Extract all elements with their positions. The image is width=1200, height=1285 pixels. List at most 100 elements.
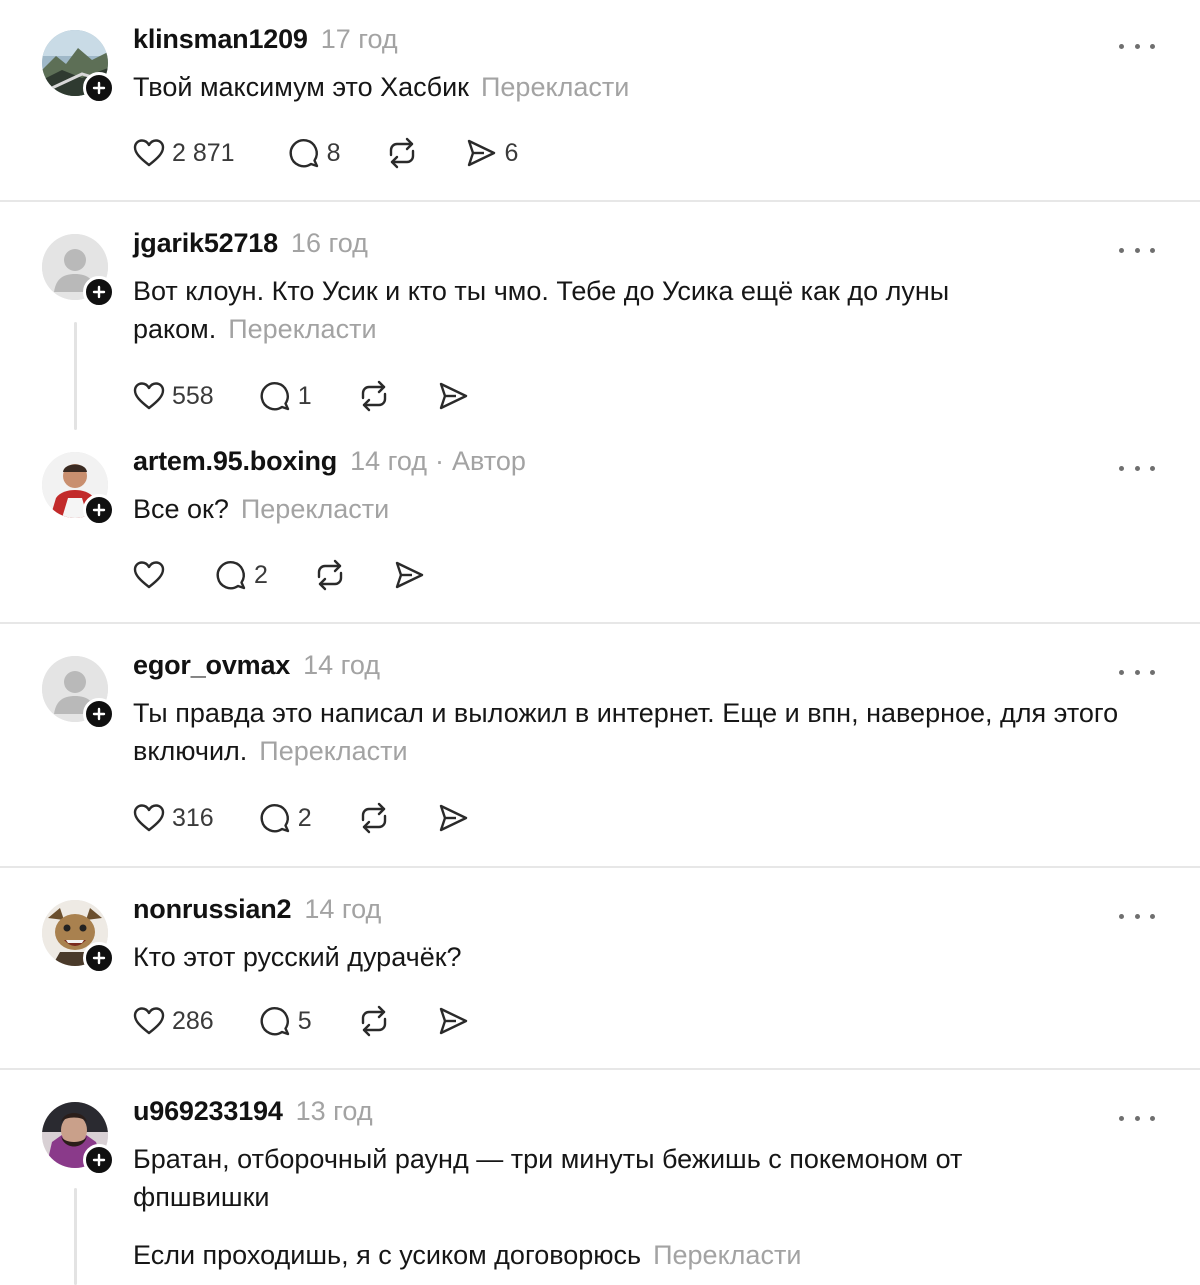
plus-icon	[92, 81, 106, 95]
username[interactable]: jgarik52718	[133, 228, 278, 259]
more-options-button[interactable]	[1117, 666, 1157, 678]
follow-button[interactable]	[83, 698, 115, 730]
translate-link[interactable]: Перекласти	[653, 1240, 801, 1270]
repost-button[interactable]	[356, 1003, 392, 1039]
send-icon	[439, 1007, 467, 1035]
username[interactable]: nonrussian2	[133, 894, 292, 925]
post-text: Кто этот русский дурачёк?	[133, 938, 1163, 976]
reply-count: 2	[297, 803, 312, 832]
separator-dot: ·	[435, 446, 445, 476]
repost-button[interactable]	[384, 135, 420, 171]
timestamp[interactable]: 17 год	[321, 24, 398, 55]
like-button[interactable]: 2 871	[132, 135, 235, 171]
reply-post: jgarik52718 16 год Вот клоун. Кто Усик и…	[0, 204, 1200, 412]
comment-icon	[260, 1007, 289, 1036]
repost-button[interactable]	[356, 378, 392, 414]
post-body: Твой максимум это Хасбик	[133, 72, 469, 102]
plus-icon	[92, 951, 106, 965]
more-options-button[interactable]	[1117, 40, 1157, 52]
share-button[interactable]	[436, 1003, 470, 1039]
share-button[interactable]	[392, 557, 426, 593]
comment-icon	[260, 382, 289, 411]
like-button[interactable]: 316	[132, 800, 214, 836]
timestamp[interactable]: 14 год	[303, 650, 380, 681]
author-badge: Автор	[452, 446, 526, 476]
comment-icon	[289, 139, 318, 168]
share-count: 6	[504, 138, 519, 167]
heart-icon	[133, 139, 165, 167]
post-divider	[0, 866, 1200, 868]
reply-post: nonrussian2 14 год Кто этот русский дура…	[0, 870, 1200, 1050]
post-body-second-paragraph: Если проходишь, я с усиком договорюсь	[133, 1240, 642, 1270]
follow-button[interactable]	[83, 942, 115, 974]
like-count: 316	[172, 803, 214, 832]
plus-icon	[92, 503, 106, 517]
username[interactable]: klinsman1209	[133, 24, 308, 55]
share-button[interactable]: 6	[464, 135, 518, 171]
reply-button[interactable]: 2	[258, 800, 312, 836]
post-body: Кто этот русский дурачёк?	[133, 942, 462, 972]
post-divider	[0, 622, 1200, 624]
follow-button[interactable]	[83, 72, 115, 104]
more-options-button[interactable]	[1117, 244, 1157, 256]
reply-post: klinsman1209 17 год Твой максимум это Ха…	[0, 0, 1200, 180]
repost-icon	[361, 1005, 386, 1037]
reply-count: 1	[297, 381, 312, 410]
username[interactable]: egor_ovmax	[133, 650, 290, 681]
follow-button[interactable]	[83, 276, 115, 308]
heart-icon	[133, 1007, 165, 1035]
timestamp[interactable]: 16 год	[291, 228, 368, 259]
post-text: Твой максимум это Хасбик Перекласти	[133, 68, 1163, 106]
reply-button[interactable]: 5	[258, 1003, 312, 1039]
username[interactable]: u969233194	[133, 1096, 283, 1127]
post-body: Все ок?	[133, 494, 229, 524]
timestamp[interactable]: 14 год	[350, 446, 427, 477]
like-count: 558	[172, 381, 214, 410]
translate-link[interactable]: Перекласти	[481, 72, 629, 102]
post-divider	[0, 1068, 1200, 1070]
heart-icon	[133, 804, 165, 832]
timestamp[interactable]: 13 год	[296, 1096, 373, 1127]
repost-button[interactable]	[356, 800, 392, 836]
like-count: 286	[172, 1006, 214, 1035]
reply-button[interactable]: 8	[287, 135, 341, 171]
more-options-button[interactable]	[1117, 462, 1157, 474]
send-icon	[395, 561, 424, 589]
send-icon	[439, 382, 467, 410]
send-icon	[439, 804, 467, 832]
like-button[interactable]: 286	[132, 1003, 214, 1039]
username[interactable]: artem.95.boxing	[133, 446, 337, 477]
post-text: Все ок? Перекласти	[133, 490, 1163, 528]
plus-icon	[92, 1153, 106, 1167]
reply-count: 8	[326, 138, 341, 167]
post-text: Братан, отборочный раунд — три минуты бе…	[133, 1140, 993, 1274]
follow-button[interactable]	[83, 1144, 115, 1176]
more-options-button[interactable]	[1117, 1112, 1157, 1124]
comment-icon	[216, 561, 246, 590]
like-button[interactable]: 558	[132, 378, 214, 414]
translate-link[interactable]: Перекласти	[228, 314, 376, 344]
plus-icon	[92, 707, 106, 721]
reply-button[interactable]: 2	[214, 557, 268, 593]
like-count: 2 871	[172, 138, 235, 167]
post-divider	[0, 200, 1200, 202]
translate-link[interactable]: Перекласти	[241, 494, 389, 524]
share-button[interactable]	[436, 800, 470, 836]
send-icon	[468, 139, 496, 167]
follow-button[interactable]	[83, 494, 115, 526]
more-options-button[interactable]	[1117, 910, 1157, 922]
reply-count: 5	[297, 1006, 312, 1035]
repost-icon	[361, 802, 386, 834]
repost-icon	[361, 380, 386, 412]
like-button[interactable]	[132, 557, 172, 593]
reply-count: 2	[254, 560, 268, 589]
timestamp[interactable]: 14 год	[304, 894, 381, 925]
repost-icon	[317, 559, 343, 591]
reply-post: artem.95.boxing 14 год · Автор Все ок? Пе…	[0, 422, 1200, 602]
reply-button[interactable]: 1	[258, 378, 312, 414]
repost-button[interactable]	[312, 557, 348, 593]
heart-icon	[133, 382, 165, 410]
share-button[interactable]	[436, 378, 470, 414]
translate-link[interactable]: Перекласти	[259, 736, 407, 766]
plus-icon	[92, 285, 106, 299]
